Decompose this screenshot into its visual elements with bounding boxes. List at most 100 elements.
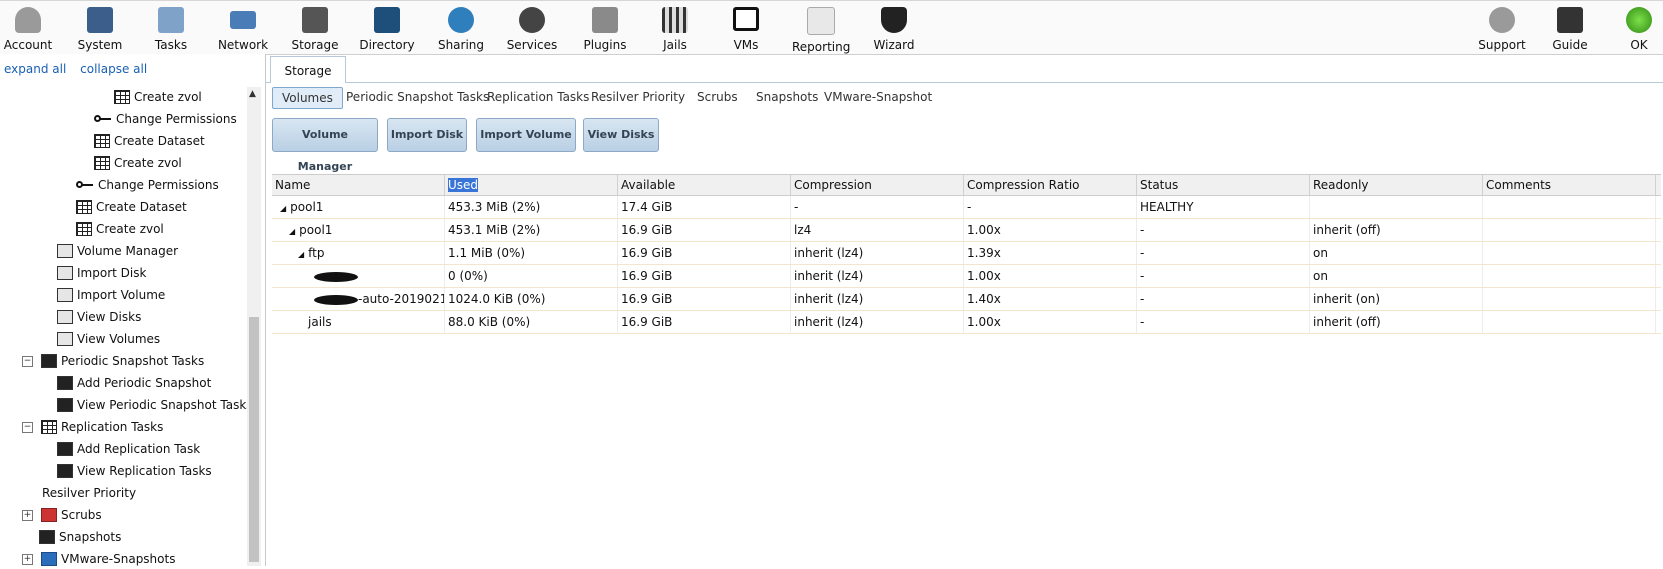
tree-item-volume-manager[interactable]: Volume Manager — [57, 241, 178, 261]
table-row[interactable]: ◢ ftp 1.1 MiB (0%) 16.9 GiB inherit (lz4)… — [272, 242, 1661, 265]
cell-compression-ratio: 1.40x — [964, 288, 1137, 310]
subtab-resilver-priority[interactable]: Resilver Priority — [591, 87, 685, 107]
vmware-icon — [41, 552, 57, 566]
collapse-arrow-icon[interactable]: ◢ — [289, 221, 295, 241]
cell-status: - — [1137, 288, 1310, 310]
volume-manager-icon — [57, 244, 73, 258]
view-disks-button[interactable]: View Disks — [583, 118, 659, 152]
toolbar-support[interactable]: Support — [1478, 3, 1526, 52]
table-row[interactable]: ◢ pool1 453.1 MiB (2%) 16.9 GiB lz4 1.00x… — [272, 219, 1661, 242]
import-volume-button[interactable]: Import Volume — [476, 118, 576, 152]
tab-storage[interactable]: Storage — [270, 56, 346, 83]
tree-item-create-zvol[interactable]: Create zvol — [114, 87, 202, 107]
key-icon — [76, 181, 94, 189]
tree-item-periodic-snapshot-tasks[interactable]: − Periodic Snapshot Tasks — [22, 351, 204, 371]
column-header-compression-ratio[interactable]: Compression Ratio — [964, 175, 1137, 195]
toolbar-tasks[interactable]: Tasks — [147, 3, 195, 52]
cell-name: ◢ pool1 — [272, 196, 445, 218]
tree-item-change-permissions[interactable]: Change Permissions — [94, 109, 237, 129]
add-replication-icon — [57, 442, 73, 456]
tree-scrollbar[interactable]: ▲ — [247, 87, 261, 566]
expand-toggle[interactable]: + — [22, 553, 33, 565]
column-header-used[interactable]: Used — [445, 175, 618, 195]
tree-item-create-dataset[interactable]: Create Dataset — [94, 131, 205, 151]
tree-item-add-periodic-snapshot[interactable]: Add Periodic Snapshot — [57, 373, 211, 393]
cell-available: 17.4 GiB — [618, 196, 791, 218]
column-header-available[interactable]: Available — [618, 175, 791, 195]
key-icon — [94, 115, 112, 123]
column-header-status[interactable]: Status — [1137, 175, 1310, 195]
subtab-replication-tasks[interactable]: Replication Tasks — [487, 87, 589, 107]
column-header-compression[interactable]: Compression — [791, 175, 964, 195]
import-volume-icon — [57, 288, 73, 302]
expand-all-link[interactable]: expand all — [4, 62, 66, 76]
table-row[interactable]: -auto-20190219 1024.0 KiB (0%) 16.9 GiB … — [272, 288, 1661, 311]
tree-item-create-dataset[interactable]: Create Dataset — [76, 197, 187, 217]
tree-item-create-zvol[interactable]: Create zvol — [76, 219, 164, 239]
tree-item-create-zvol[interactable]: Create zvol — [94, 153, 182, 173]
volume-manager-button[interactable]: Volume Manager — [272, 118, 378, 173]
view-periodic-snapshot-icon — [57, 398, 73, 412]
tree-item-change-permissions[interactable]: Change Permissions — [76, 175, 219, 195]
toolbar-storage[interactable]: Storage — [290, 3, 340, 52]
tree-item-replication-tasks[interactable]: − Replication Tasks — [22, 417, 163, 437]
tree-item-resilver-priority[interactable]: Resilver Priority — [42, 483, 136, 503]
toolbar-alert-ok[interactable]: OK — [1623, 3, 1655, 52]
dataset-icon — [76, 200, 92, 214]
toolbar-wizard[interactable]: Wizard — [873, 3, 915, 52]
tree-item-view-replication-tasks[interactable]: View Replication Tasks — [57, 461, 212, 481]
subtab-volumes[interactable]: Volumes — [272, 87, 343, 109]
toolbar-system[interactable]: System — [72, 3, 128, 52]
table-row[interactable]: 0 (0%) 16.9 GiB inherit (lz4) 1.00x - on — [272, 265, 1661, 288]
tree-item-snapshots[interactable]: Snapshots — [39, 527, 121, 547]
expand-toggle[interactable]: + — [22, 509, 33, 521]
collapse-toggle[interactable]: − — [22, 421, 33, 433]
toolbar-sharing[interactable]: Sharing — [434, 3, 488, 52]
tree-item-add-replication-task[interactable]: Add Replication Task — [57, 439, 200, 459]
network-icon — [230, 11, 256, 29]
cell-available: 16.9 GiB — [618, 265, 791, 287]
column-header-readonly[interactable]: Readonly — [1310, 175, 1483, 195]
cell-available: 16.9 GiB — [618, 288, 791, 310]
collapse-arrow-icon[interactable]: ◢ — [280, 198, 286, 218]
table-row[interactable]: ◢ pool1 453.3 MiB (2%) 17.4 GiB - - HEALT… — [272, 196, 1661, 219]
collapse-arrow-icon[interactable]: ◢ — [298, 244, 304, 264]
volumes-grid: Name Used Available Compression Compress… — [272, 174, 1661, 334]
toolbar-plugins[interactable]: Plugins — [580, 3, 630, 52]
toolbar-reporting[interactable]: Reporting — [792, 3, 850, 54]
cell-compression: inherit (lz4) — [791, 242, 964, 264]
cell-comments — [1483, 242, 1656, 264]
table-row[interactable]: jails 88.0 KiB (0%) 16.9 GiB inherit (lz… — [272, 311, 1661, 334]
toolbar-vms[interactable]: VMs — [728, 3, 764, 52]
toolbar-jails[interactable]: Jails — [655, 3, 695, 52]
subtab-vmware-snapshot[interactable]: VMware-Snapshot — [824, 87, 932, 107]
tree-item-view-disks[interactable]: View Disks — [57, 307, 141, 327]
wizard-icon — [881, 7, 907, 33]
column-header-comments[interactable]: Comments — [1483, 175, 1656, 195]
column-header-name[interactable]: Name — [272, 175, 445, 195]
tree-item-view-periodic-snapshot-tasks[interactable]: View Periodic Snapshot Tasks — [57, 395, 253, 415]
toolbar-services[interactable]: Services — [505, 3, 559, 52]
cell-comments — [1483, 219, 1656, 241]
cell-status: - — [1137, 242, 1310, 264]
tree-item-vmware-snapshots[interactable]: + VMware-Snapshots — [22, 549, 175, 569]
toolbar-network[interactable]: Network — [215, 3, 271, 52]
toolbar-directory[interactable]: Directory — [357, 3, 417, 52]
cell-comments — [1483, 311, 1656, 333]
scrollbar-thumb[interactable] — [249, 317, 259, 562]
collapse-toggle[interactable]: − — [22, 355, 33, 367]
tree-item-import-disk[interactable]: Import Disk — [57, 263, 146, 283]
tree-item-view-volumes[interactable]: View Volumes — [57, 329, 160, 349]
scroll-up-arrow-icon[interactable]: ▲ — [249, 89, 256, 99]
subtab-scrubs[interactable]: Scrubs — [697, 87, 738, 107]
import-disk-button[interactable]: Import Disk — [387, 118, 467, 152]
subtab-snapshots[interactable]: Snapshots — [756, 87, 818, 107]
toolbar-account[interactable]: Account — [2, 3, 54, 52]
tree-item-scrubs[interactable]: + Scrubs — [22, 505, 102, 525]
collapse-all-link[interactable]: collapse all — [80, 62, 147, 76]
cell-compression: inherit (lz4) — [791, 311, 964, 333]
cell-used: 1024.0 KiB (0%) — [445, 288, 618, 310]
toolbar-guide[interactable]: Guide — [1548, 3, 1592, 52]
subtab-periodic-snapshot-tasks[interactable]: Periodic Snapshot Tasks — [346, 87, 489, 107]
tree-item-import-volume[interactable]: Import Volume — [57, 285, 165, 305]
